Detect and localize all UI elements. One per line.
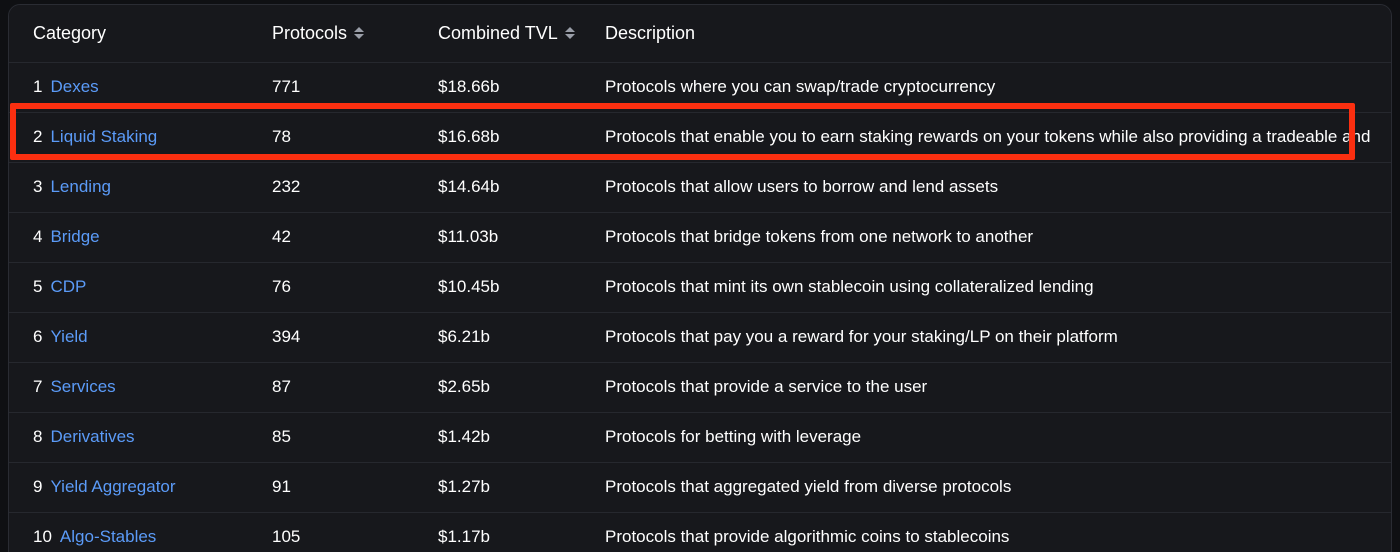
cell-combined-tvl: $10.45b xyxy=(428,262,595,312)
cell-protocols: 91 xyxy=(262,462,428,512)
table-row[interactable]: 4 Bridge 42$11.03b Protocols that bridge to… xyxy=(9,212,1391,262)
cell-description: Protocols where you can swap/trade crypt… xyxy=(595,62,1391,112)
column-header-combined-tvl-label: Combined TVL xyxy=(438,23,558,44)
table-row[interactable]: 6 Yield 394$6.21b Protocols that pay you a … xyxy=(9,312,1391,362)
row-rank: 9 xyxy=(33,477,42,497)
column-header-category[interactable]: Category xyxy=(9,5,262,62)
cell-description: Protocols that allow users to borrow and… xyxy=(595,162,1391,212)
row-rank: 6 xyxy=(33,327,42,347)
cell-description: Protocols that provide a service to the … xyxy=(595,362,1391,412)
column-header-protocols[interactable]: Protocols xyxy=(262,5,428,62)
description-text: Protocols that enable you to earn stakin… xyxy=(605,127,1370,146)
cell-category: 10 Algo-Stables xyxy=(9,512,262,552)
description-text: Protocols that provide algorithmic coins… xyxy=(605,527,1009,546)
cell-protocols: 232 xyxy=(262,162,428,212)
cell-protocols: 85 xyxy=(262,412,428,462)
table-header-row: Category Protocols Combined TVL xyxy=(9,5,1391,62)
description-text: Protocols that bridge tokens from one ne… xyxy=(605,227,1033,246)
cell-combined-tvl: $2.65b xyxy=(428,362,595,412)
category-link[interactable]: Algo-Stables xyxy=(60,527,156,547)
table-body: 1 Dexes 771$18.66b Protocols where you can … xyxy=(9,62,1391,552)
categories-table-card: Category Protocols Combined TVL xyxy=(8,4,1392,552)
cell-category: 5 CDP xyxy=(9,262,262,312)
cell-category: 7 Services xyxy=(9,362,262,412)
cell-description: Protocols that mint its own stablecoin u… xyxy=(595,262,1391,312)
cell-category: 2 Liquid Staking xyxy=(9,112,262,162)
table-row[interactable]: 5 CDP 76$10.45b Protocols that mint its own… xyxy=(9,262,1391,312)
row-rank: 5 xyxy=(33,277,42,297)
category-link[interactable]: CDP xyxy=(50,277,86,297)
cell-category: 8 Derivatives xyxy=(9,412,262,462)
category-link[interactable]: Dexes xyxy=(50,77,98,97)
cell-protocols: 78 xyxy=(262,112,428,162)
table-header: Category Protocols Combined TVL xyxy=(9,5,1391,62)
cell-description: Protocols for betting with leverage xyxy=(595,412,1391,462)
cell-protocols: 105 xyxy=(262,512,428,552)
cell-combined-tvl: $18.66b xyxy=(428,62,595,112)
category-link[interactable]: Derivatives xyxy=(50,427,134,447)
row-rank: 4 xyxy=(33,227,42,247)
page-root: Category Protocols Combined TVL xyxy=(0,0,1400,552)
table-row[interactable]: 1 Dexes 771$18.66b Protocols where you can … xyxy=(9,62,1391,112)
row-rank: 3 xyxy=(33,177,42,197)
category-link[interactable]: Yield xyxy=(50,327,87,347)
cell-combined-tvl: $16.68b xyxy=(428,112,595,162)
cell-combined-tvl: $1.27b xyxy=(428,462,595,512)
description-text: Protocols that provide a service to the … xyxy=(605,377,927,396)
row-rank: 7 xyxy=(33,377,42,397)
sort-updown-icon[interactable] xyxy=(565,27,575,39)
column-header-category-label: Category xyxy=(33,23,106,44)
table-row[interactable]: 10 Algo-Stables 105$1.17b Protocols that pr… xyxy=(9,512,1391,552)
category-link[interactable]: Services xyxy=(50,377,115,397)
description-text: Protocols where you can swap/trade crypt… xyxy=(605,77,995,96)
cell-protocols: 87 xyxy=(262,362,428,412)
column-header-combined-tvl[interactable]: Combined TVL xyxy=(428,5,595,62)
cell-description: Protocols that aggregated yield from div… xyxy=(595,462,1391,512)
table-row[interactable]: 2 Liquid Staking 78$16.68b Protocols that e… xyxy=(9,112,1391,162)
cell-category: 9 Yield Aggregator xyxy=(9,462,262,512)
cell-description: Protocols that provide algorithmic coins… xyxy=(595,512,1391,552)
category-link[interactable]: Lending xyxy=(50,177,111,197)
sort-updown-icon[interactable] xyxy=(354,27,364,39)
table-row[interactable]: 8 Derivatives 85$1.42b Protocols for bettin… xyxy=(9,412,1391,462)
column-header-description[interactable]: Description xyxy=(595,5,1391,62)
table-row[interactable]: 7 Services 87$2.65b Protocols that provide … xyxy=(9,362,1391,412)
cell-description: Protocols that enable you to earn stakin… xyxy=(595,112,1391,162)
table-row[interactable]: 3 Lending 232$14.64b Protocols that allow u… xyxy=(9,162,1391,212)
description-text: Protocols that allow users to borrow and… xyxy=(605,177,998,196)
row-rank: 10 xyxy=(33,527,52,547)
cell-protocols: 76 xyxy=(262,262,428,312)
category-link[interactable]: Liquid Staking xyxy=(50,127,157,147)
cell-category: 1 Dexes xyxy=(9,62,262,112)
cell-protocols: 771 xyxy=(262,62,428,112)
cell-protocols: 394 xyxy=(262,312,428,362)
column-header-description-label: Description xyxy=(605,23,695,44)
table-row[interactable]: 9 Yield Aggregator 91$1.27b Protocols that … xyxy=(9,462,1391,512)
row-rank: 2 xyxy=(33,127,42,147)
cell-category: 3 Lending xyxy=(9,162,262,212)
categories-table: Category Protocols Combined TVL xyxy=(9,5,1391,552)
description-text: Protocols that mint its own stablecoin u… xyxy=(605,277,1094,296)
cell-combined-tvl: $6.21b xyxy=(428,312,595,362)
cell-combined-tvl: $11.03b xyxy=(428,212,595,262)
cell-combined-tvl: $1.42b xyxy=(428,412,595,462)
cell-category: 4 Bridge xyxy=(9,212,262,262)
cell-combined-tvl: $1.17b xyxy=(428,512,595,552)
cell-description: Protocols that bridge tokens from one ne… xyxy=(595,212,1391,262)
cell-description: Protocols that pay you a reward for your… xyxy=(595,312,1391,362)
description-text: Protocols that aggregated yield from div… xyxy=(605,477,1011,496)
cell-combined-tvl: $14.64b xyxy=(428,162,595,212)
description-text: Protocols that pay you a reward for your… xyxy=(605,327,1118,346)
row-rank: 1 xyxy=(33,77,42,97)
category-link[interactable]: Bridge xyxy=(50,227,99,247)
description-text: Protocols for betting with leverage xyxy=(605,427,861,446)
category-link[interactable]: Yield Aggregator xyxy=(50,477,175,497)
row-rank: 8 xyxy=(33,427,42,447)
column-header-protocols-label: Protocols xyxy=(272,23,347,44)
cell-protocols: 42 xyxy=(262,212,428,262)
cell-category: 6 Yield xyxy=(9,312,262,362)
